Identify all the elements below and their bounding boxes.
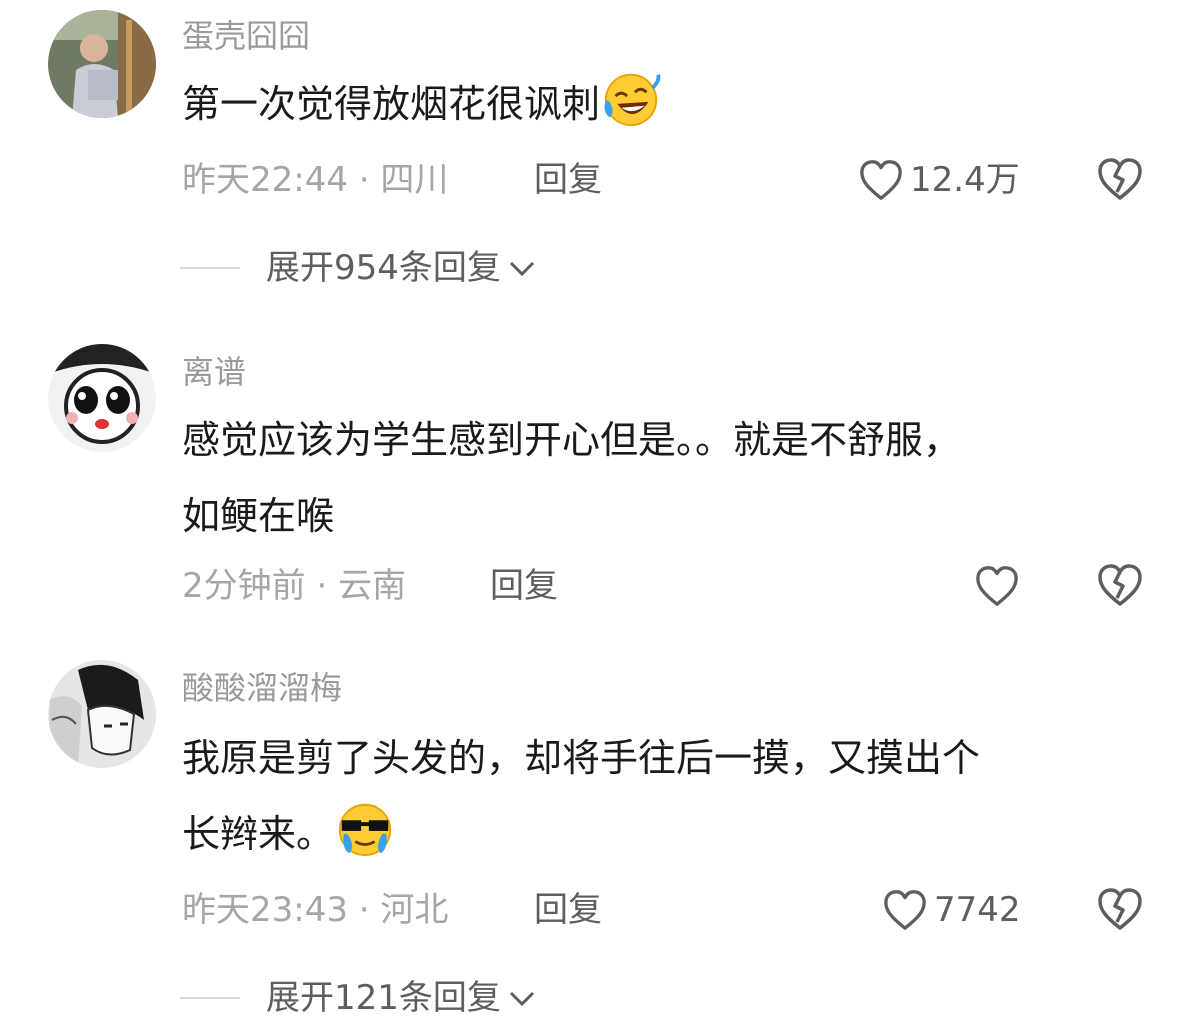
comment-text-body: 第一次觉得放烟花很讽刺 (182, 82, 601, 126)
separator: · (305, 566, 339, 606)
broken-heart-icon (1098, 888, 1142, 930)
comment-text-line: 如鲠在喉 (182, 494, 335, 538)
expand-replies-button[interactable]: 展开121条回复 (180, 976, 537, 1020)
heart-outline-icon (976, 566, 1018, 606)
timestamp: 2分钟前 (182, 566, 306, 606)
avatar[interactable] (48, 10, 156, 118)
like-button[interactable] (974, 564, 1020, 608)
expand-replies-button[interactable]: 展开954条回复 (180, 246, 537, 290)
comment-text-line-2: 长辫来。 (182, 796, 1142, 872)
location: 云南 (338, 566, 407, 606)
chevron-down-icon (509, 991, 534, 1007)
like-count: 7742 (934, 890, 1021, 930)
comment-text: 感觉应该为学生感到开心但是。。就是不舒服， 如鲠在喉 (182, 402, 1142, 554)
rolling-on-floor-laughing-emoji-icon (600, 67, 662, 129)
separator: · (347, 890, 381, 930)
avatar[interactable] (48, 660, 156, 768)
separator: · (347, 160, 381, 200)
divider (180, 997, 240, 999)
dislike-button[interactable] (1096, 156, 1144, 202)
timestamp: 昨天23:43 (182, 890, 348, 930)
reply-button[interactable]: 回复 (534, 888, 602, 932)
like-button[interactable]: 7742 (882, 888, 1021, 932)
expand-replies-label: 展开954条回复 (266, 248, 501, 288)
heart-outline-icon (860, 160, 902, 200)
broken-heart-icon (1098, 158, 1142, 200)
dislike-button[interactable] (1096, 562, 1144, 608)
crying-with-sunglasses-emoji-icon (334, 797, 396, 859)
like-count: 12.4万 (910, 160, 1020, 200)
username[interactable]: 蛋壳囧囧 (182, 16, 310, 56)
reply-button[interactable]: 回复 (534, 158, 602, 202)
comment-text-line: 感觉应该为学生感到开心但是。。就是不舒服， (182, 418, 962, 462)
comment-meta: 2分钟前 · 云南 (182, 564, 406, 608)
location: 四川 (380, 160, 449, 200)
comment-text: 第一次觉得放烟花很讽刺 (182, 66, 1142, 142)
divider (180, 267, 240, 269)
reply-button[interactable]: 回复 (490, 564, 558, 608)
comment-text-line: 我原是剪了头发的，却将手往后一摸，又摸出个 (182, 736, 981, 780)
comment-meta: 昨天22:44 · 四川 (182, 158, 448, 202)
expand-replies-label: 展开121条回复 (266, 978, 501, 1018)
username[interactable]: 离谱 (182, 352, 246, 392)
comment-text: 我原是剪了头发的，却将手往后一摸，又摸出个 长辫来。 (182, 720, 1142, 872)
heart-outline-icon (884, 890, 926, 930)
location: 河北 (380, 890, 449, 930)
timestamp: 昨天22:44 (182, 160, 348, 200)
broken-heart-icon (1098, 564, 1142, 606)
comment-meta: 昨天23:43 · 河北 (182, 888, 448, 932)
avatar[interactable] (48, 344, 156, 452)
username[interactable]: 酸酸溜溜梅 (182, 668, 342, 708)
chevron-down-icon (509, 261, 534, 277)
comment-text-body: 长辫来。 (182, 812, 335, 856)
like-button[interactable]: 12.4万 (858, 158, 1020, 202)
dislike-button[interactable] (1096, 886, 1144, 932)
